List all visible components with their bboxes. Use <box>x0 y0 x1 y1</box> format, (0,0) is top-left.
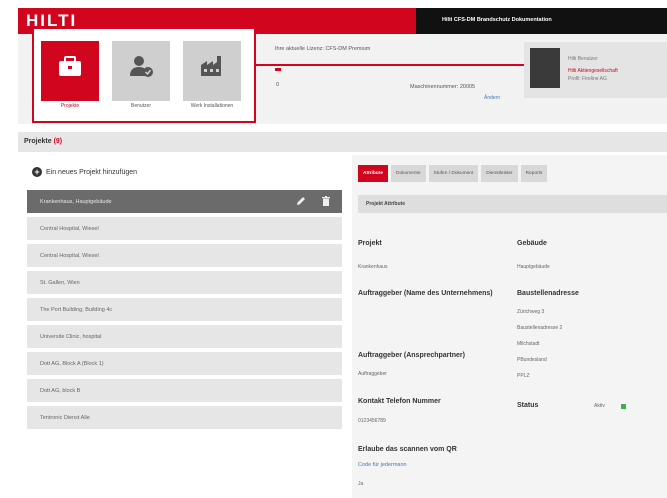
project-name: Dott AG, Block A (Block 1) <box>40 361 104 367</box>
machine-number: Maschinennummer: 20005 <box>410 84 476 90</box>
add-project-button[interactable]: + Ein neues Projekt hinzufügen <box>32 167 137 177</box>
gebaeude-label: Gebäude <box>517 240 547 247</box>
telefon-value: 0123456789 <box>358 418 386 424</box>
tab-attribute[interactable]: Attribute <box>358 165 388 182</box>
project-name: St. Gallen, Wien <box>40 280 80 286</box>
gebaeude-value: Hauptgebäude <box>517 264 550 270</box>
list-item[interactable]: Central Hospital, Wiesel <box>27 217 342 240</box>
title-strip: Hilti CFS-DM Brandschutz Dokumentation <box>416 8 667 34</box>
detail-tabs: Attribute Dokumente Stufen / Dokument Di… <box>358 165 548 182</box>
tile-label-projekte: Projekte <box>60 103 80 109</box>
list-item[interactable]: Dott AG, Block A (Block 1) <box>27 352 342 375</box>
project-name: The Port Building, Building 4c <box>40 307 113 313</box>
qr-answer: Ja <box>358 481 364 487</box>
tile-label-werk: Werk Installationen <box>190 103 234 109</box>
tile-werk[interactable] <box>183 41 241 101</box>
change-link[interactable]: Ändern <box>484 95 500 101</box>
tab-dokumente[interactable]: Dokumente <box>390 165 426 182</box>
bauadresse-label: Baustellenadresse <box>517 290 579 297</box>
user-profile: Profil: Fireline AG <box>568 76 607 82</box>
project-name: Central Hospital, Wiesel <box>40 253 99 259</box>
briefcase-icon <box>59 56 81 76</box>
tab-stufen[interactable]: Stufen / Dokument <box>428 165 479 182</box>
list-item[interactable]: Universite Clinic, hospital <box>27 325 342 348</box>
tile-projekte[interactable] <box>41 41 99 101</box>
section-bar: Projekte (9) <box>18 132 667 152</box>
user-company: Hilti Aktiengesellschaft <box>568 68 618 74</box>
section-count: (9) <box>53 138 63 145</box>
project-name: Dott AG, block B <box>40 388 81 394</box>
factory-icon <box>201 56 221 76</box>
auftraggeber-label: Auftraggeber (Name des Unternehmens) <box>358 290 493 297</box>
user-panel[interactable]: Hilti Benutzer Hilti Aktiengesellschaft … <box>524 42 667 98</box>
ansprechpartner-value: Auftraggeber <box>358 371 387 377</box>
projekt-value: Krankenhaus <box>358 264 388 270</box>
list-item[interactable]: Central Hospital, Wiesel <box>27 244 342 267</box>
project-list: Krankenhaus, Hauptgebäude Central Hospit… <box>27 190 342 433</box>
project-name: Krankenhaus, Hauptgebäude <box>40 199 112 205</box>
qr-value[interactable]: Code für jedermann <box>358 462 407 468</box>
tab-reports[interactable]: Reports <box>520 165 548 182</box>
address-line: PPLZ <box>517 373 530 379</box>
avatar <box>530 48 560 88</box>
address-line: Milchstadt <box>517 341 540 347</box>
status-label: Status <box>517 402 539 409</box>
module-tiles-highlight: Projekte Benutzer Werk Installationen <box>32 27 256 123</box>
ansprechpartner-label: Auftraggeber (Ansprechpartner) <box>358 352 465 359</box>
status-value: Aktiv <box>594 403 605 409</box>
user-check-icon <box>130 56 153 77</box>
list-item[interactable]: Tentronic Dienst Alle <box>27 406 342 429</box>
list-item[interactable]: St. Gallen, Wien <box>27 271 342 294</box>
attribute-subbar: Projekt Attribute <box>358 195 667 213</box>
status-indicator <box>621 404 626 409</box>
app-title: Hilti CFS-DM Brandschutz Dokumentation <box>442 17 552 23</box>
tile-benutzer[interactable] <box>112 41 170 101</box>
address-line: PBundesland <box>517 357 547 363</box>
trash-icon[interactable] <box>322 196 330 206</box>
add-project-label: Ein neues Projekt hinzufügen <box>46 168 138 176</box>
pencil-icon[interactable] <box>296 196 306 206</box>
section-title: Projekte (9) <box>24 138 62 145</box>
projekt-label: Projekt <box>358 240 382 247</box>
list-item[interactable]: Dott AG, block B <box>27 379 342 402</box>
tile-label-benutzer: Benutzer <box>130 103 151 109</box>
list-item[interactable]: The Port Building, Building 4c <box>27 298 342 321</box>
list-item[interactable]: Krankenhaus, Hauptgebäude <box>27 190 342 213</box>
project-name: Tentronic Dienst Alle <box>40 415 90 421</box>
plus-circle-icon: + <box>32 167 42 177</box>
section-title-text: Projekte <box>24 138 52 145</box>
tab-dienstleister[interactable]: Dienstleister <box>481 165 518 182</box>
telefon-label: Kontakt Telefon Nummer <box>358 398 441 405</box>
progress-marker <box>275 68 281 71</box>
qr-label: Erlaube das scannen vom QR <box>358 446 457 453</box>
project-name: Universite Clinic, hospital <box>40 334 102 340</box>
address-line: Baustellenadresse 2 <box>517 325 563 331</box>
address-line: Zürichweg 3 <box>517 309 545 315</box>
count-value: 0 <box>276 82 280 88</box>
project-name: Central Hospital, Wiesel <box>40 226 99 232</box>
user-name: Hilti Benutzer <box>568 56 598 62</box>
license-text: Ihre aktuelle Lizenz: CFS-DM Premium <box>275 46 371 52</box>
